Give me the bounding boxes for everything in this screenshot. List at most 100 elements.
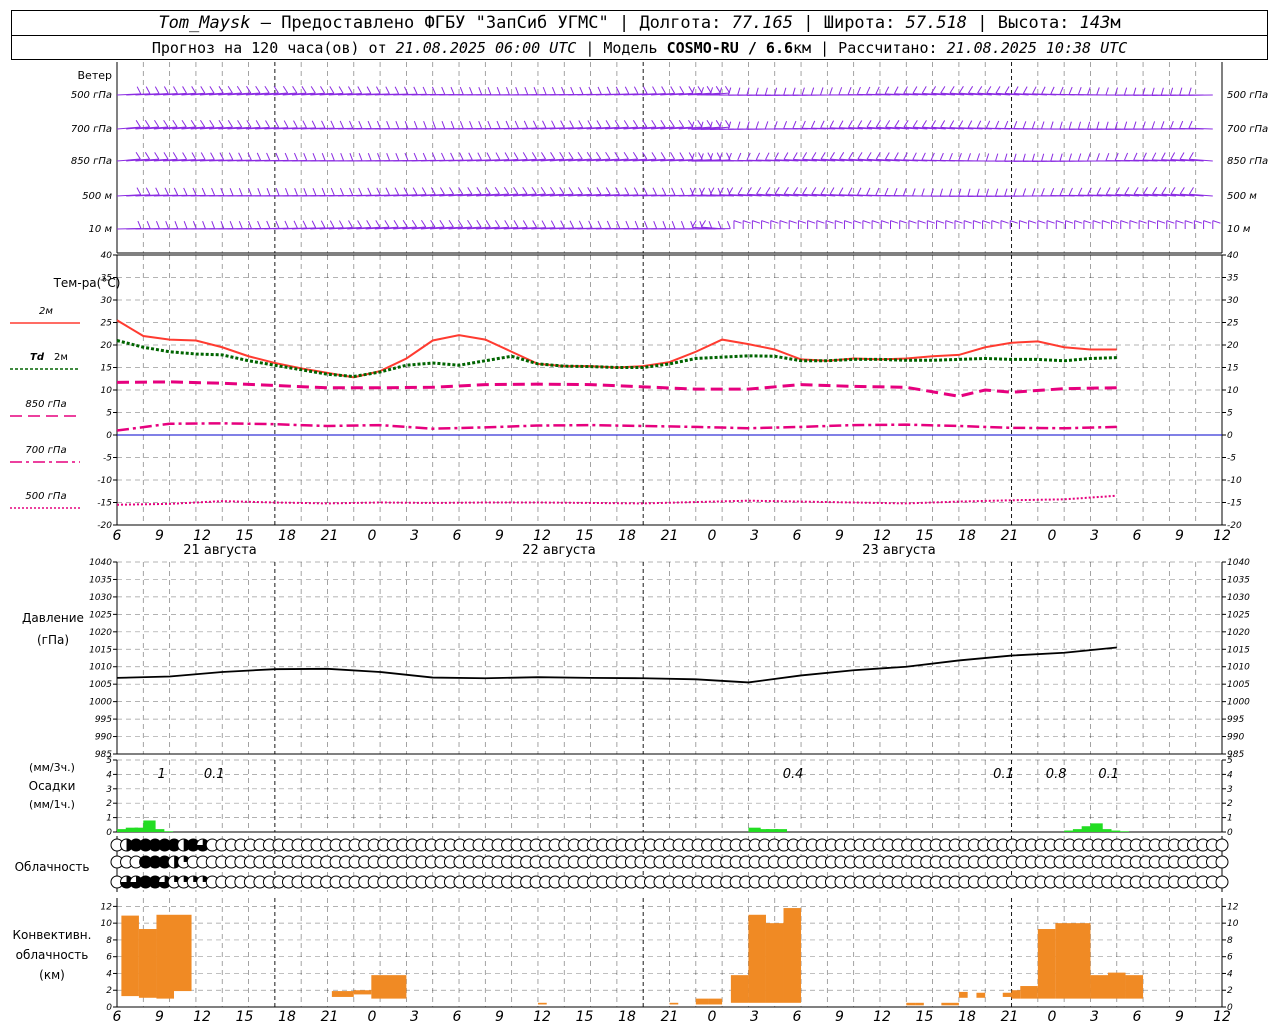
wind-barb-feather	[1157, 220, 1166, 224]
wind-barb-feather	[154, 152, 160, 160]
wind-barb-feather	[200, 152, 206, 160]
wind-barb-feather	[478, 120, 483, 129]
wind-barb-feather	[737, 121, 741, 130]
wind-barb-feather	[670, 152, 676, 160]
temp-ytick-label: 35	[1227, 274, 1239, 284]
convective-bar	[765, 923, 784, 1003]
wind-barb-feather	[348, 220, 353, 228]
convective-bar	[1090, 975, 1108, 999]
wind-barb-feather	[412, 187, 418, 195]
temp-xtick-label: 12	[1213, 528, 1231, 544]
convective-bar	[1011, 990, 1021, 999]
latitude-value: 57.518	[905, 13, 968, 33]
wind-barb-feather	[709, 187, 715, 195]
wind-barb-feather	[948, 188, 953, 197]
wind-panel: Ветер 500 гПа 500 гПа 700 гПа 700 гПа 850 гПа…	[71, 62, 1268, 254]
prec-ytick-label: 4	[1227, 770, 1233, 780]
wind-barb-feather	[669, 119, 675, 128]
wind-barb-feather	[733, 220, 742, 224]
wind-barb-feather	[165, 221, 170, 229]
wind-barb-feather	[1133, 187, 1139, 195]
press-ytick-label: 1030	[89, 593, 112, 603]
wind-barb-feather	[949, 120, 955, 128]
wind-barb-feather	[596, 120, 602, 128]
header-row-station: Tom_Maysk – Предоставлено ФГБУ "ЗапСиб У…	[12, 11, 1267, 36]
altitude-label: | Высота:	[977, 13, 1070, 33]
convective-bar	[371, 975, 407, 999]
wind-barb-feather	[1083, 220, 1092, 224]
wind-barb-feather	[994, 153, 999, 162]
conv-unit: (км)	[39, 968, 65, 982]
wind-barb-feather	[894, 152, 899, 160]
press-ytick-label: 1000	[1227, 698, 1250, 708]
conv-xtick-label: 9	[1175, 1009, 1184, 1024]
wind-barb-feather	[146, 220, 151, 229]
wind-barb-feather	[494, 186, 500, 195]
wind-barb-feather	[866, 152, 872, 160]
wind-barb-feather	[1050, 153, 1054, 162]
temperature-panel: -20 -20-15 -15-10 -10-5 -50 05 510 1015 1520 2025…	[10, 251, 1242, 558]
wind-barb-feather	[844, 220, 853, 224]
wind-barb-feather	[367, 187, 372, 196]
wind-barb-feather	[967, 188, 971, 197]
wind-barb-feather	[476, 187, 482, 195]
wind-barb-feather	[219, 152, 225, 160]
wind-barb-feather	[524, 87, 529, 95]
wind-barb-feather	[884, 152, 890, 160]
wind-barb-feather	[801, 120, 806, 129]
wind-barb-feather	[783, 87, 787, 96]
wind-barb-feather	[522, 220, 528, 228]
wind-barb-feather	[191, 152, 197, 160]
wind-barb-feather	[135, 120, 141, 128]
wind-barb-feather	[1077, 153, 1082, 162]
wind-barb-feather	[728, 187, 734, 195]
wind-barb-feather	[450, 121, 455, 129]
wind-barb-feather	[394, 187, 400, 196]
wind-barb-feather	[1096, 153, 1100, 162]
wind-barb-feather	[866, 187, 871, 196]
temp-xtick-label: 6	[793, 528, 802, 544]
wind-barb-feather	[450, 86, 455, 95]
wind-barb-feather	[578, 220, 584, 229]
press-ytick-label: 1015	[89, 645, 112, 655]
wind-barb-feather	[1148, 220, 1157, 224]
temp-xtick-label: 3	[1090, 528, 1099, 544]
press-ytick-label: 995	[1227, 715, 1244, 725]
wind-barb-feather	[358, 153, 363, 161]
wind-barb-feather	[339, 120, 344, 129]
press-ytick-label: 1040	[1227, 558, 1250, 568]
conv-xtick-label: 21	[1001, 1009, 1019, 1024]
cloud-cover-symbol	[1215, 838, 1229, 852]
wind-level-label: 10 м	[89, 224, 113, 235]
wind-barb-feather	[522, 152, 528, 160]
wind-barb-feather	[700, 220, 706, 228]
temp-ytick-label: -20	[97, 521, 112, 531]
press-ytick-label: 1010	[89, 663, 112, 673]
wind-barb-feather	[958, 120, 964, 128]
press-ytick-label: 1040	[89, 558, 112, 568]
temp-xtick-label: 18	[278, 528, 296, 544]
wind-barb-feather	[801, 87, 805, 96]
wind-barb-feather	[743, 220, 751, 224]
wind-barb-feather	[568, 152, 574, 160]
wind-barb-feather	[302, 120, 307, 129]
wind-barb-feather	[661, 86, 666, 94]
wind-barb-feather	[1105, 153, 1110, 161]
wind-barb-feather	[1022, 121, 1027, 129]
model-label: | Модель	[585, 39, 658, 57]
conv-ytick-label: 8	[106, 936, 112, 946]
convective-bar	[1002, 992, 1012, 997]
convective-bar	[906, 1002, 916, 1006]
wind-barb-feather	[531, 186, 537, 195]
wind-barb-feather	[154, 86, 160, 94]
wind-barb-feather	[894, 120, 900, 128]
wind-barb-feather	[994, 188, 999, 197]
wind-barb-feather	[1037, 220, 1046, 224]
wind-barb-feather	[136, 187, 142, 195]
wind-barb-feather	[229, 187, 234, 196]
wind-barb-feather	[871, 220, 880, 224]
wind-barb-feather	[136, 86, 142, 95]
longitude-value: 77.165	[731, 13, 793, 33]
precip-bar	[160, 831, 174, 832]
wind-barb-feather	[293, 152, 298, 161]
